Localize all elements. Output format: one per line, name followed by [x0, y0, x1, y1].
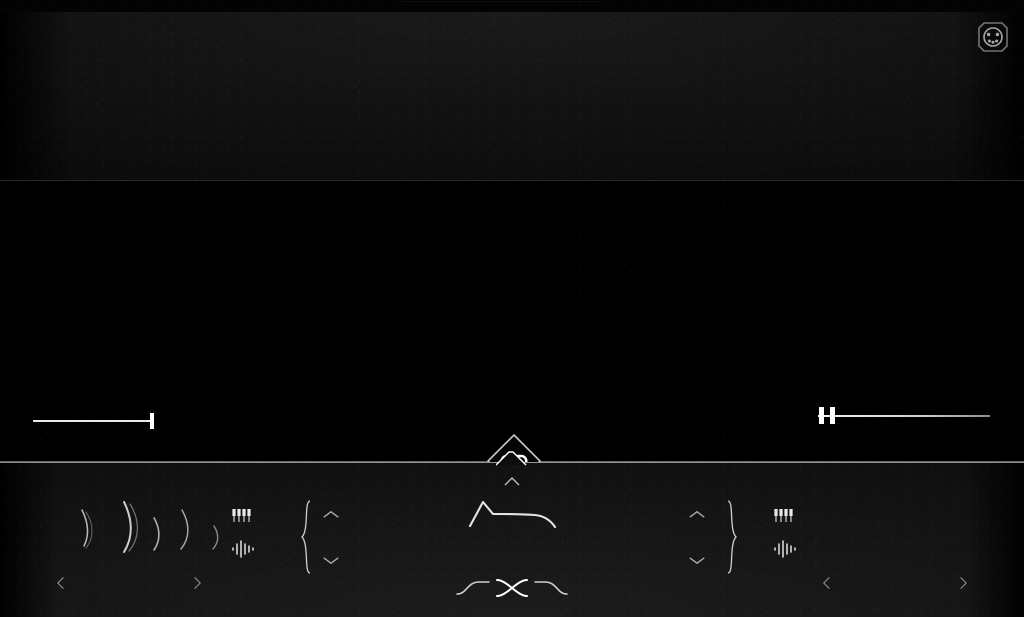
waveform-icon[interactable]	[228, 537, 258, 561]
crossfade-x-icon[interactable]	[437, 572, 587, 602]
osc-right-prev-button[interactable]	[814, 570, 840, 596]
piano-keys-icon[interactable]	[770, 505, 800, 529]
osc-left-next-button[interactable]	[184, 570, 210, 596]
window-top-strip	[0, 0, 1024, 12]
osc-left-waveform-visual[interactable]	[4, 488, 254, 564]
osc-right-next-button[interactable]	[950, 570, 976, 596]
tuning-left-up-button[interactable]	[320, 508, 342, 520]
morph-up-chevron-icon[interactable]	[496, 474, 528, 488]
tuning-right-down-button[interactable]	[686, 554, 708, 566]
waveform-icon[interactable]	[770, 537, 800, 561]
cascade-handle-a[interactable]	[819, 407, 824, 424]
macro-header	[0, 12, 1024, 180]
morph-envelope-icon[interactable]	[437, 490, 587, 536]
cascade-handle-b[interactable]	[830, 407, 835, 424]
oscillator-browser-left	[4, 462, 254, 617]
start-offset-track	[33, 420, 150, 422]
header-edge-left	[0, 12, 70, 180]
piano-keys-icon[interactable]	[228, 505, 258, 529]
osc-right-waveform-visual[interactable]	[770, 488, 1020, 564]
morph-control	[437, 466, 587, 606]
tuning-control-left	[262, 494, 388, 580]
osc-left-prev-button[interactable]	[48, 570, 74, 596]
up-notch-icon[interactable]	[496, 450, 530, 466]
cascade-slider[interactable]	[818, 406, 990, 426]
start-offset-handle[interactable]	[150, 413, 154, 429]
start-offset-remainder-dots	[159, 418, 245, 424]
top-highlight	[402, 1, 602, 2]
oscillator-browser-right	[770, 462, 1020, 617]
brace-left-icon	[300, 500, 312, 574]
start-offset-slider[interactable]	[33, 412, 243, 430]
brace-right-icon	[726, 500, 738, 574]
plugin-window	[0, 0, 1024, 617]
osc-right-icon-column	[770, 505, 800, 567]
osc-left-icon-column	[228, 505, 258, 567]
tuning-left-down-button[interactable]	[320, 554, 342, 566]
tuning-right-up-button[interactable]	[686, 508, 708, 520]
cascade-track	[818, 415, 990, 417]
tuning-left-marks	[262, 494, 296, 580]
modulation-section	[0, 180, 1024, 498]
midi-din-icon[interactable]	[976, 20, 1010, 54]
section-divider-top	[0, 180, 1024, 181]
